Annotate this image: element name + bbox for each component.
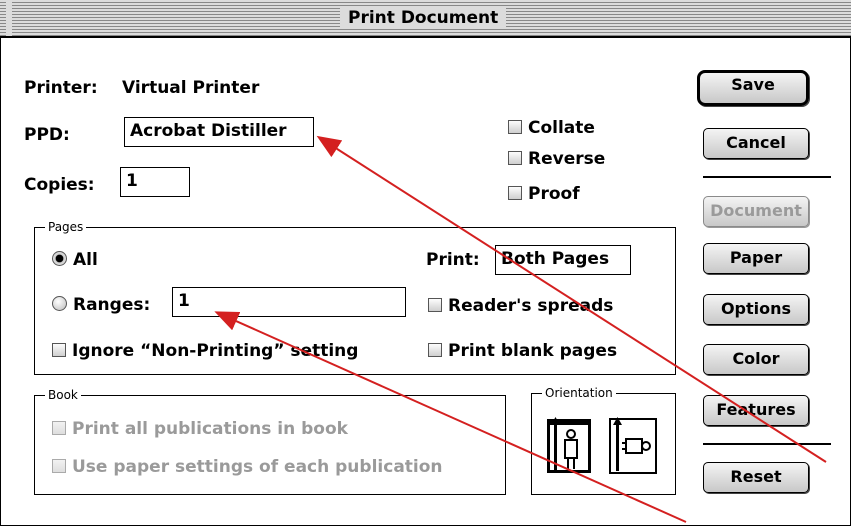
annotation-arrows xyxy=(214,135,827,523)
annotation-arrow-ppd xyxy=(316,135,827,463)
annotation-arrow-ranges xyxy=(214,311,687,523)
